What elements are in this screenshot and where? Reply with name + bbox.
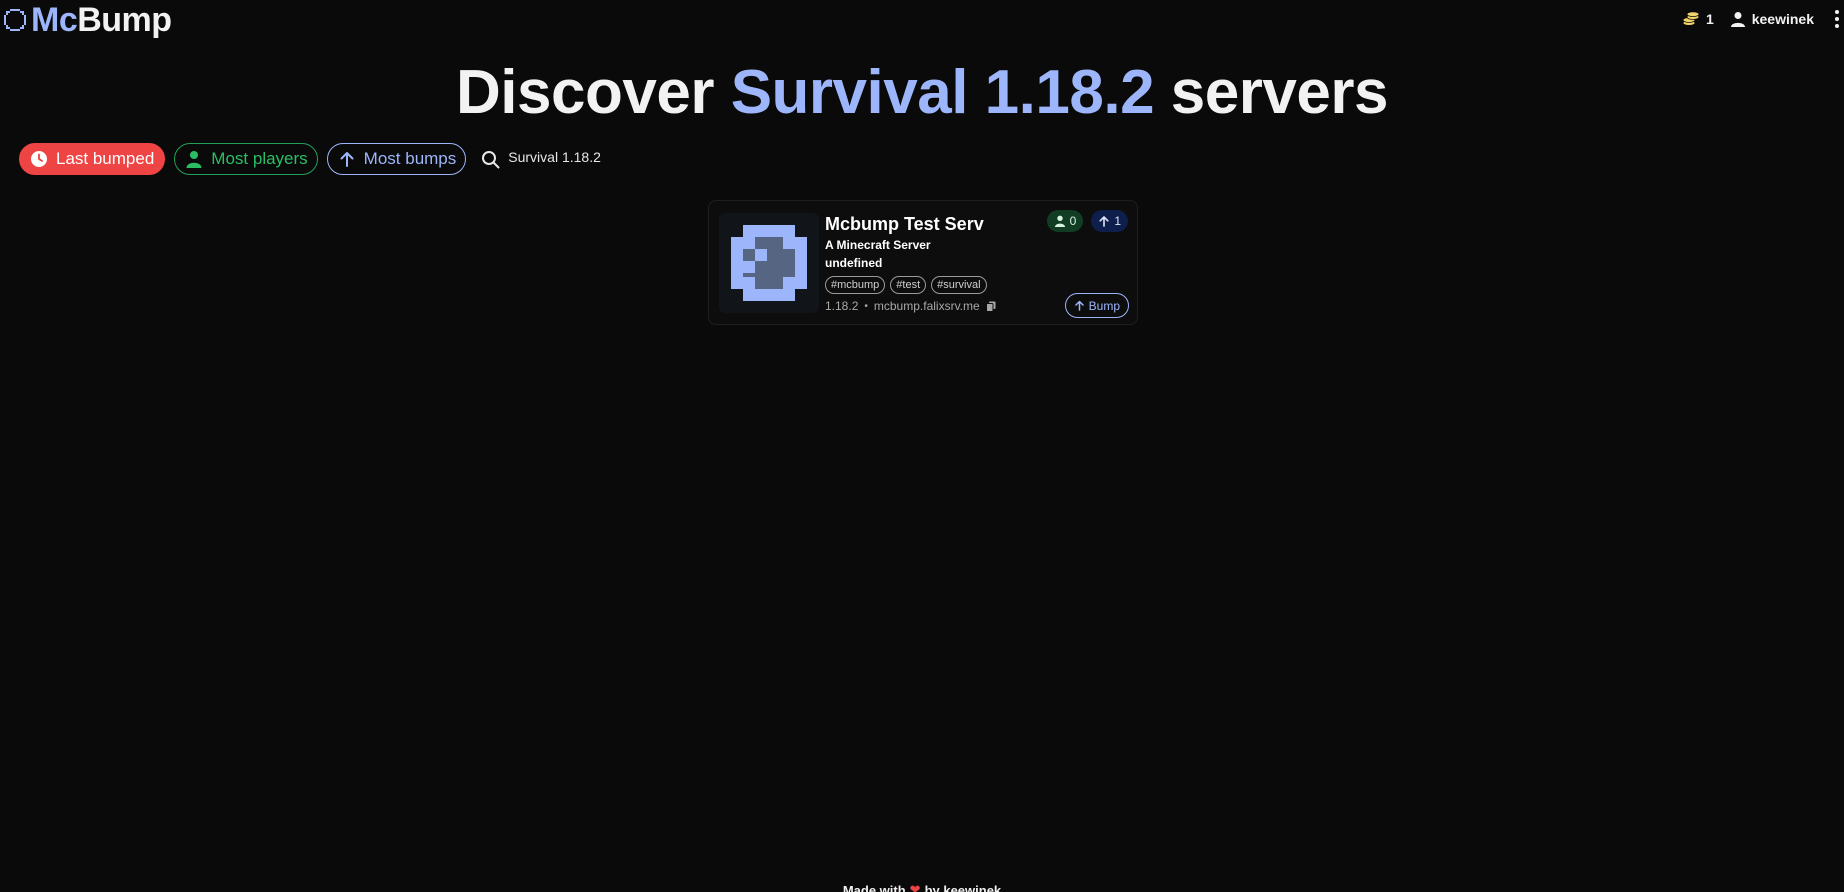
coin-count: 1: [1705, 11, 1714, 27]
logo-bump: Bump: [77, 1, 172, 39]
search-box[interactable]: [481, 143, 709, 175]
logo-mc: Mc: [31, 1, 78, 39]
server-icon: [719, 213, 819, 313]
sort-filters: Last bumped Most players Most bumps: [19, 143, 709, 175]
server-description: A Minecraft Server: [825, 238, 931, 252]
sort-last-bumped-button[interactable]: Last bumped: [19, 143, 166, 175]
sort-most-bumps-button[interactable]: Most bumps: [326, 143, 467, 175]
person-icon: [186, 151, 202, 168]
footer: Made with ❤ by keewinek: [0, 882, 1844, 892]
bumps-badge: 1: [1091, 210, 1128, 232]
arrow-up-icon: [1074, 300, 1084, 311]
search-input[interactable]: [508, 149, 709, 165]
server-tags: #mcbump #test #survival: [825, 276, 996, 294]
server-address[interactable]: mcbump.falixsrv.me: [874, 299, 980, 313]
players-badge: 0: [1046, 210, 1084, 232]
sort-most-bumps-label: Most bumps: [363, 149, 457, 168]
meta-separator: •: [864, 300, 868, 312]
sort-last-bumped-label: Last bumped: [56, 149, 155, 168]
sort-most-players-button[interactable]: Most players: [174, 143, 318, 175]
search-icon: [482, 150, 500, 168]
heart-icon: ❤: [909, 882, 921, 892]
user-icon: [1730, 12, 1745, 27]
coin-balance[interactable]: 1: [1682, 11, 1714, 27]
copy-icon[interactable]: [985, 301, 996, 312]
server-card[interactable]: Mcbump Test Serv A Minecraft Server unde…: [708, 200, 1138, 325]
username: keewinek: [1751, 11, 1814, 27]
logo-icon: [4, 9, 26, 31]
coin-icon: [1682, 11, 1700, 26]
server-info: Mcbump Test Serv A Minecraft Server unde…: [825, 213, 996, 313]
server-meta: 1.18.2 • mcbump.falixsrv.me: [825, 299, 996, 313]
title-highlight: Survival 1.18.2: [730, 58, 1155, 127]
server-tag[interactable]: #survival: [931, 276, 987, 294]
server-icon-image: [731, 225, 807, 301]
server-tag[interactable]: #mcbump: [825, 276, 886, 294]
footer-made-with: Made with: [842, 882, 906, 892]
user-area: 1 keewinek: [1682, 7, 1844, 31]
clock-icon: [31, 151, 47, 167]
bump-button[interactable]: Bump: [1064, 293, 1129, 318]
page-title: Discover Survival 1.18.2 servers: [0, 56, 1844, 130]
server-stats: 0 1: [1046, 210, 1128, 232]
arrow-up-icon: [340, 152, 354, 167]
title-prefix: Discover: [456, 58, 714, 127]
user-menu[interactable]: keewinek: [1730, 11, 1814, 27]
sort-most-players-label: Most players: [211, 149, 308, 168]
arrow-up-icon: [1099, 216, 1109, 227]
bump-button-label: Bump: [1088, 298, 1120, 313]
server-extra: undefined: [825, 256, 883, 270]
bumps-count: 1: [1114, 214, 1121, 228]
logo[interactable]: McBump: [2, 0, 172, 40]
footer-author[interactable]: by keewinek: [925, 883, 1002, 892]
title-suffix: servers: [1170, 58, 1389, 127]
server-name[interactable]: Mcbump Test Serv: [825, 213, 996, 235]
person-icon: [1054, 215, 1065, 227]
logo-text: McBump: [31, 0, 172, 40]
server-version: 1.18.2: [825, 299, 859, 313]
players-count: 0: [1069, 214, 1077, 228]
more-icon[interactable]: [1830, 8, 1844, 30]
server-tag[interactable]: #test: [890, 276, 927, 294]
